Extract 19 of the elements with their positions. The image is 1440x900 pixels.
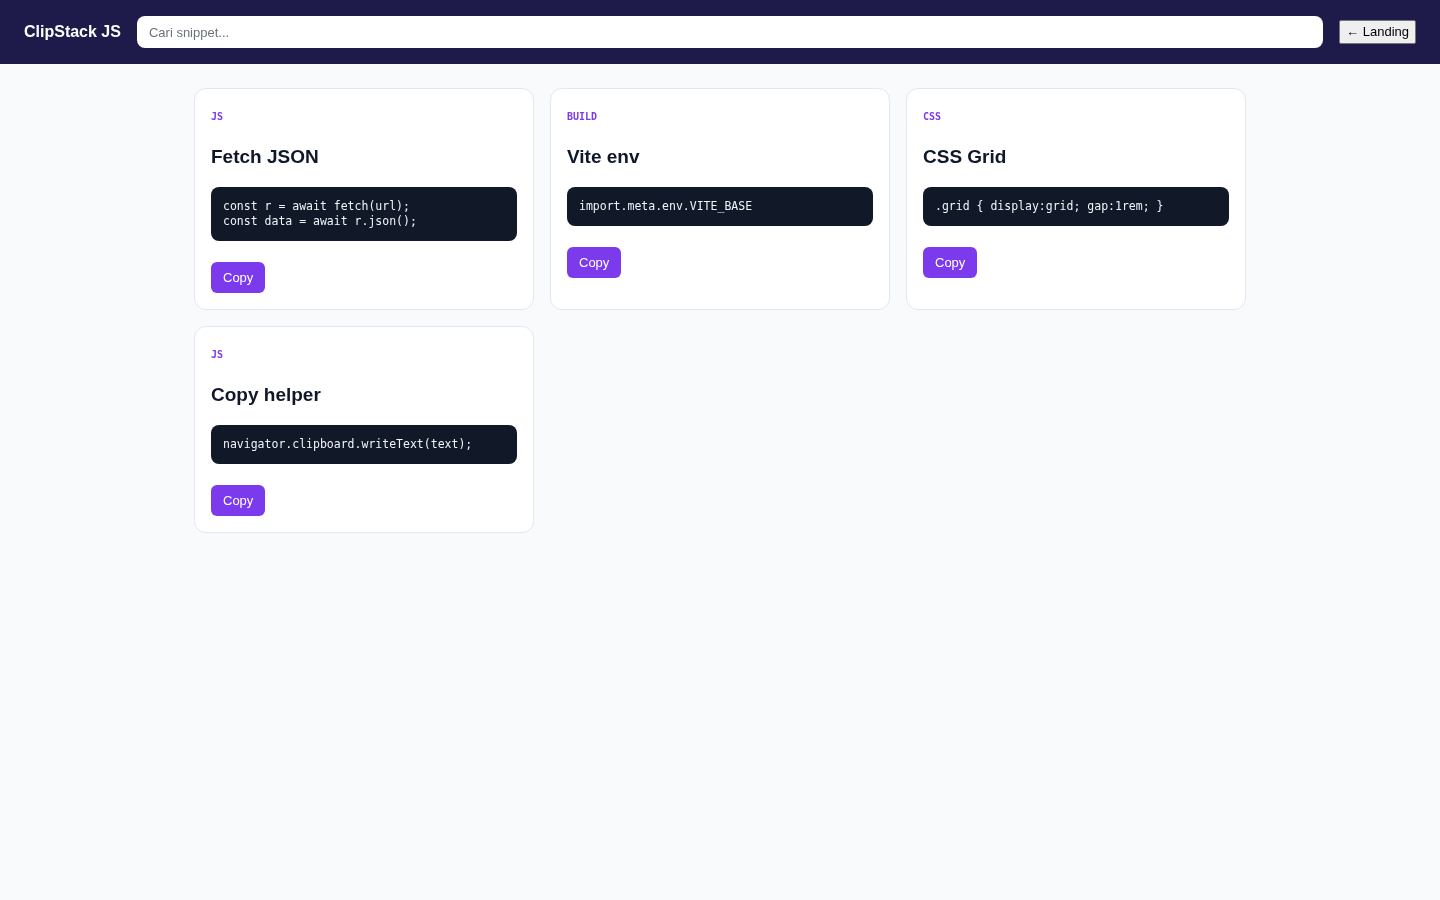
- snippet-tag: CSS: [923, 109, 942, 125]
- snippet-title: Fetch JSON: [211, 145, 319, 169]
- snippet-title: Vite env: [567, 145, 640, 169]
- landing-button[interactable]: ← Landing: [1339, 20, 1416, 44]
- code-block: const r = await fetch(url); const data = await r.json();: [211, 187, 517, 241]
- snippet-tag: BUILD: [567, 109, 598, 125]
- copy-button[interactable]: Copy: [211, 262, 266, 293]
- snippet-title: Copy helper: [211, 383, 321, 407]
- copy-button[interactable]: Copy: [923, 247, 978, 278]
- snippet-tag: JS: [211, 109, 224, 125]
- app-brand: ClipStack JS: [24, 22, 121, 42]
- snippet-title: CSS Grid: [923, 145, 1007, 169]
- snippet-tag: JS: [211, 347, 224, 363]
- copy-button[interactable]: Copy: [567, 247, 622, 278]
- code-block: import.meta.env.VITE_BASE: [567, 187, 873, 226]
- copy-button[interactable]: Copy: [211, 485, 266, 516]
- code-block: .grid { display:grid; gap:1rem; }: [923, 187, 1229, 226]
- code-block: navigator.clipboard.writeText(text);: [211, 425, 517, 464]
- search-field[interactable]: Cari snippet...: [136, 16, 1324, 48]
